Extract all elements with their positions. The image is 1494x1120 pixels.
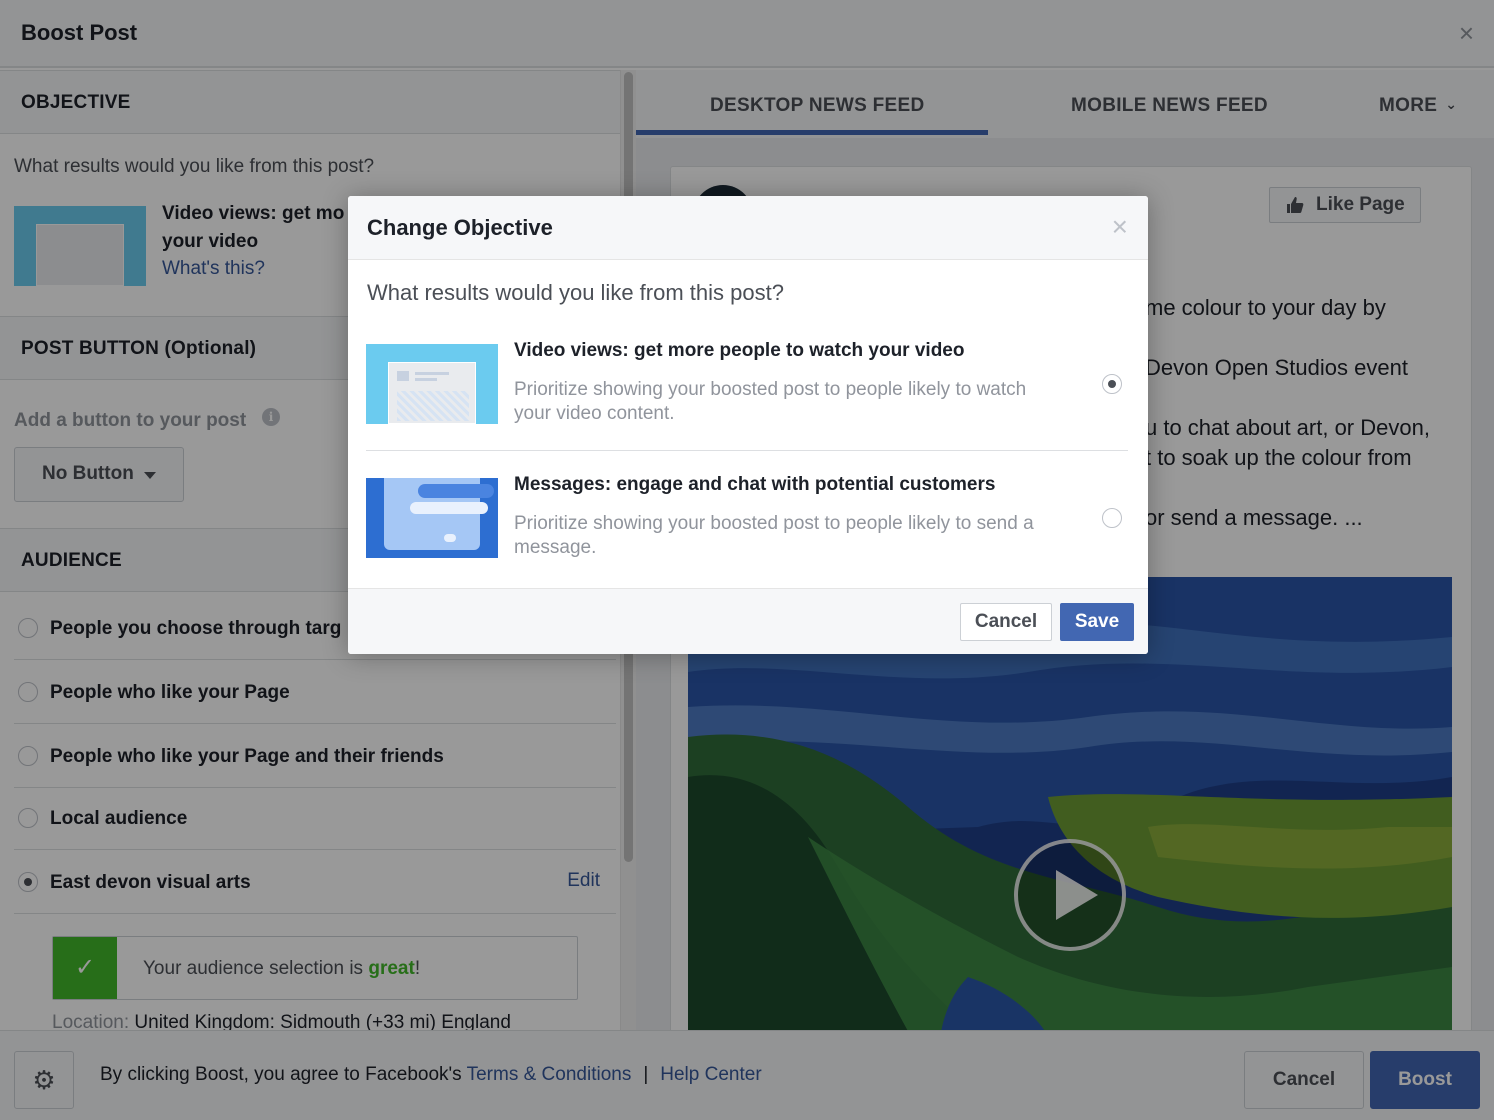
modal-header: Change Objective ×	[348, 196, 1148, 260]
modal-save-button[interactable]: Save	[1060, 603, 1134, 641]
option-radio[interactable]	[1102, 508, 1122, 528]
modal-footer: Cancel Save	[348, 588, 1148, 654]
option-title: Messages: engage and chat with potential…	[514, 474, 996, 495]
video-views-illustration	[366, 344, 498, 424]
close-icon[interactable]: ×	[1112, 210, 1128, 244]
option-description: Prioritize showing your boosted post to …	[514, 379, 1027, 424]
change-objective-modal: Change Objective × What results would yo…	[348, 196, 1148, 654]
objective-option-video-views[interactable]: Video views: get more people to watch yo…	[366, 332, 1128, 452]
divider	[366, 450, 1128, 451]
messages-illustration	[366, 478, 498, 558]
objective-option-messages[interactable]: Messages: engage and chat with potential…	[366, 466, 1128, 586]
option-title: Video views: get more people to watch yo…	[514, 340, 965, 361]
modal-cancel-button[interactable]: Cancel	[960, 603, 1052, 641]
option-radio-selected[interactable]	[1102, 374, 1122, 394]
modal-question: What results would you like from this po…	[367, 280, 784, 305]
modal-title: Change Objective	[367, 215, 553, 240]
option-description: Prioritize showing your boosted post to …	[514, 513, 1034, 558]
